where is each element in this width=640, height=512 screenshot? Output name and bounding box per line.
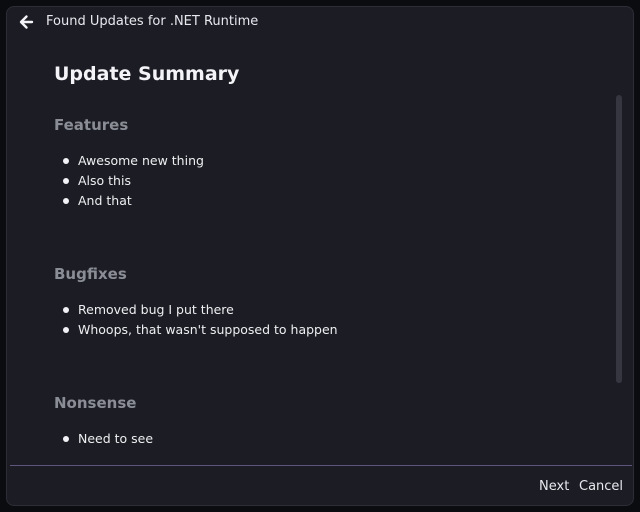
section-list: Removed bug I put there Whoops, that was…	[54, 300, 338, 340]
list-item: And that	[54, 191, 204, 211]
update-dialog: Found Updates for .NET Runtime Update Su…	[6, 6, 634, 506]
back-button[interactable]	[15, 11, 37, 33]
section-nonsense: Nonsense Need to see	[54, 393, 594, 446]
list-item: Need to see	[54, 429, 153, 449]
list-item-text: Awesome new thing	[78, 153, 204, 168]
list-item-text: Whoops, that wasn't supposed to happen	[78, 322, 338, 337]
list-item-text: Removed bug I put there	[78, 302, 234, 317]
list-item: Also this	[54, 171, 204, 191]
section-heading: Features	[54, 116, 129, 134]
list-item-text: And that	[78, 193, 132, 208]
list-item-text: Need to see	[78, 431, 154, 446]
cancel-button[interactable]: Cancel	[579, 479, 623, 494]
list-item: Awesome new thing	[54, 151, 204, 171]
bullet-icon	[63, 307, 69, 313]
bullet-icon	[63, 436, 69, 442]
section-bugfixes: Bugfixes Removed bug I put there Whoops,…	[54, 264, 594, 337]
page-title: Update Summary	[54, 63, 240, 85]
window-title: Found Updates for .NET Runtime	[46, 14, 259, 29]
list-item-text: Also this	[78, 173, 131, 188]
bullet-icon	[63, 327, 69, 333]
list-item: Removed bug I put there	[54, 300, 338, 320]
arrow-left-icon	[19, 15, 34, 29]
section-features: Features Awesome new thing Also this And…	[54, 115, 594, 208]
next-button[interactable]: Next	[539, 479, 569, 494]
section-heading: Nonsense	[54, 394, 137, 412]
bullet-icon	[63, 178, 69, 184]
scrollbar[interactable]	[616, 95, 622, 383]
section-list: Awesome new thing Also this And that	[54, 151, 204, 211]
bullet-icon	[63, 198, 69, 204]
summary-content: Update Summary Features Awesome new thin…	[54, 47, 614, 463]
title-bar: Found Updates for .NET Runtime	[7, 7, 633, 37]
section-heading: Bugfixes	[54, 265, 127, 283]
section-list: Need to see	[54, 429, 153, 449]
footer-divider	[10, 465, 632, 466]
bullet-icon	[63, 158, 69, 164]
list-item: Whoops, that wasn't supposed to happen	[54, 320, 338, 340]
